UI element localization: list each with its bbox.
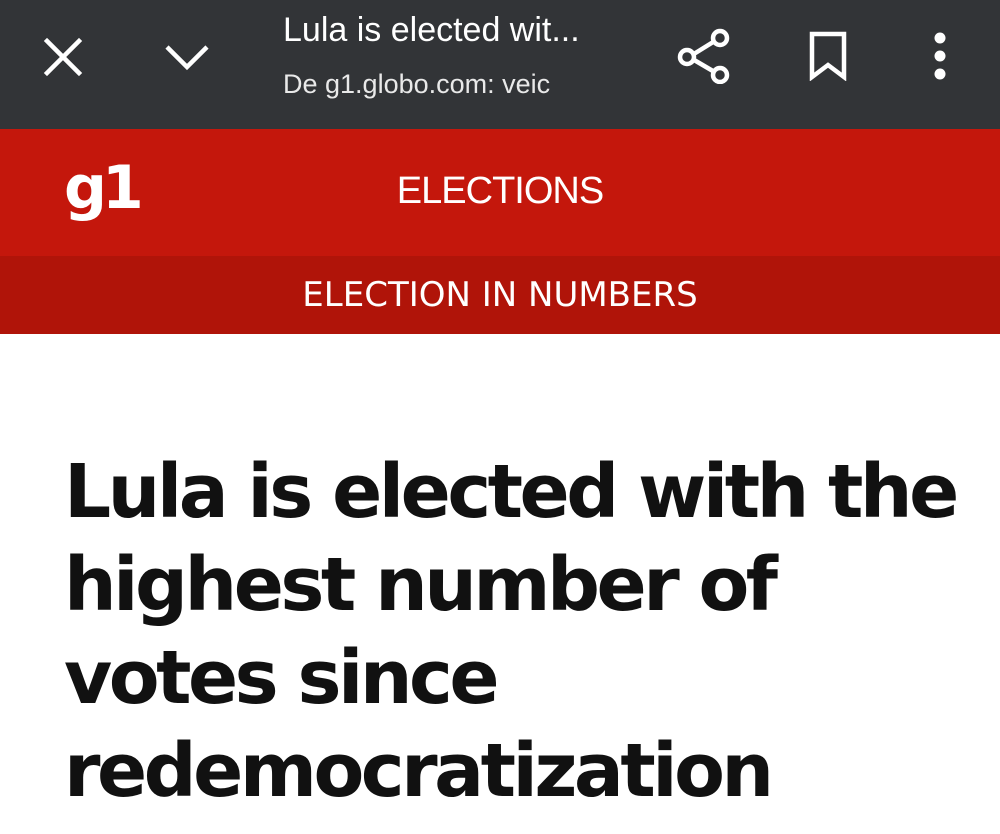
- subsection-bar[interactable]: ELECTION IN NUMBERS: [0, 256, 1000, 334]
- share-icon: [677, 28, 730, 84]
- chevron-down-icon: [165, 45, 209, 71]
- section-title[interactable]: ELECTIONS: [0, 167, 1000, 215]
- article-headline: Lula is elected with the highest number …: [64, 449, 959, 814]
- close-button[interactable]: [28, 22, 98, 92]
- page-title: Lula is elected wit...: [283, 11, 580, 49]
- minimize-button[interactable]: [152, 22, 222, 92]
- more-options-button[interactable]: [910, 20, 970, 92]
- bookmark-icon: [809, 31, 847, 81]
- close-icon: [43, 37, 83, 77]
- article-body: Lula is elected with the highest number …: [0, 334, 1000, 834]
- share-button[interactable]: [668, 20, 740, 92]
- custom-tab-toolbar: Lula is elected wit... De g1.globo.com: …: [0, 0, 1000, 129]
- bookmark-button[interactable]: [792, 20, 864, 92]
- subsection-label: ELECTION IN NUMBERS: [302, 275, 698, 315]
- page-url: De g1.globo.com: veic: [283, 69, 551, 99]
- more-vert-icon: [934, 32, 946, 80]
- site-header: g1 ELECTIONS: [0, 129, 1000, 256]
